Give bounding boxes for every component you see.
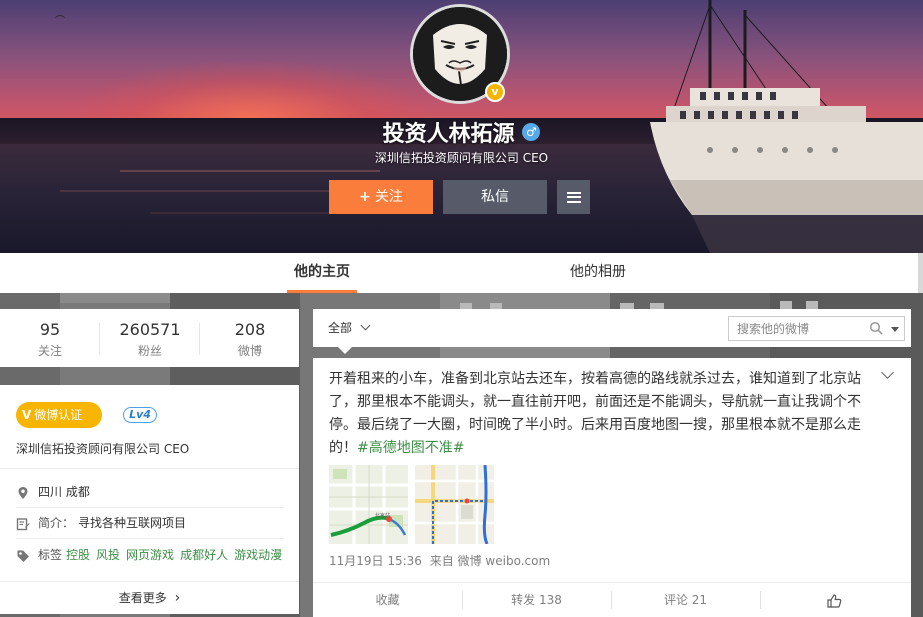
stat-value: 208 [234,320,266,339]
comment-button[interactable]: 评论 21 [611,583,760,617]
tag-link[interactable]: 成都好人 [180,548,228,562]
tag-icon [17,550,29,562]
chevron-down-icon [360,320,371,331]
feed-filter-bar: 全部 [313,309,911,354]
bio-value: 寻找各种互联网项目 [78,516,187,530]
tag-link[interactable]: 控股 [66,548,90,562]
gender-male-icon: ♂ [522,123,541,141]
verified-label: 微博认证 [34,408,83,422]
post-hashtag[interactable]: #高德地图不准# [357,440,464,456]
filter-label: 全部 [328,321,353,335]
post-image-map-1[interactable]: 北京站 [329,465,408,544]
post-meta: 11月19日 15:36 来自 微博 weibo.com [329,552,550,569]
post-source-prefix: 来自 [429,554,454,568]
post-source[interactable]: 微博 weibo.com [458,554,551,568]
bio-key: 简介： [38,516,75,530]
stat-followers[interactable]: 260571 粉丝 [100,309,200,367]
info-location: 四川 成都 [16,483,90,501]
tag-link[interactable]: 网页游戏 [126,548,174,562]
stat-posts[interactable]: 208 微博 [200,309,300,367]
verified-v-icon: V [22,408,32,422]
map-label: 北京站 [375,512,390,519]
filter-dropdown[interactable]: 全部 [328,309,371,347]
stat-label: 微博 [237,344,262,358]
stat-label: 粉丝 [137,344,162,358]
repost-button[interactable]: 转发 138 [462,583,611,617]
level-badge[interactable]: Lv4 [123,407,157,423]
follow-label: 关注 [374,189,403,205]
post-time[interactable]: 11月19日 15:36 [329,554,422,568]
tags-key: 标签 [38,548,63,562]
follow-button[interactable]: + 关注 [329,180,433,214]
stat-value: 95 [39,320,61,339]
search-icon[interactable] [869,321,883,335]
map-thumbnail-1: 北京站 [329,465,408,544]
verified-badge-icon: v [485,82,505,102]
tag-link[interactable]: 风投 [96,548,120,562]
water-ripple [150,212,350,214]
menu-icon [566,191,581,203]
location-pin-icon [18,486,28,499]
location-text: 四川 成都 [38,485,90,499]
message-button[interactable]: 私信 [443,180,547,214]
info-bio: 简介： 寻找各种互联网项目 [16,514,186,532]
tab-album[interactable]: 他的相册 [562,253,634,293]
tab-home[interactable]: 他的主页 [287,253,357,293]
bird-icon: ⌒ [55,16,65,27]
search-dropdown-icon[interactable] [891,327,899,332]
post-text-block: 开着租来的小车，准备到北京站去还车，按着高德的路线就杀过去，谁知道到了北京站了，… [329,368,877,460]
post-image-map-2[interactable] [415,465,494,544]
plus-icon: + [359,189,371,205]
feed-post: 开着租来的小车，准备到北京站去还车，按着高德的路线就杀过去，谁知道到了北京站了，… [313,358,911,617]
divider [16,507,284,508]
search-box [728,316,905,341]
tag-link[interactable]: 游戏动漫 [234,548,282,562]
like-button[interactable] [760,583,909,617]
post-actions: 收藏 转发 138 评论 21 [313,582,911,617]
water-ripple [120,170,380,172]
stat-value: 260571 [119,320,181,339]
info-tags: 标签 控股 风投 网页游戏 成都好人 游戏动漫 [16,546,288,564]
weibo-verified-button[interactable]: V 微博认证 [16,402,102,428]
favorite-button[interactable]: 收藏 [313,583,462,617]
profile-name: 投资人林拓源 [382,122,515,147]
view-more-label: 查看更多 [118,591,167,605]
stat-label: 关注 [37,344,62,358]
profile-subtitle: 深圳信拓投资顾问有限公司 CEO [374,151,549,165]
post-options-chevron-icon[interactable] [881,366,894,379]
edit-icon [16,517,30,530]
divider [16,538,284,539]
stats-panel: 95 关注 260571 粉丝 208 微博 [0,309,299,367]
more-menu-button[interactable] [557,180,590,214]
profile-tabs: 他的主页 他的相册 [0,253,918,293]
verified-description: 深圳信拓投资顾问有限公司 CEO [16,442,190,456]
map-thumbnail-2 [415,465,494,544]
profile-info-panel: V 微博认证 Lv4 深圳信拓投资顾问有限公司 CEO 四川 成都 简介： 寻找各种… [0,385,299,614]
profile-name-row: 投资人林拓源 ♂ [0,116,923,148]
stat-following[interactable]: 95 关注 [0,309,100,367]
chevron-right-icon: › [174,590,181,606]
view-more-button[interactable]: 查看更多 › [0,581,299,614]
filter-notch [338,347,352,354]
thumbs-up-icon [827,593,842,608]
search-input[interactable] [729,317,867,340]
divider [0,468,299,469]
